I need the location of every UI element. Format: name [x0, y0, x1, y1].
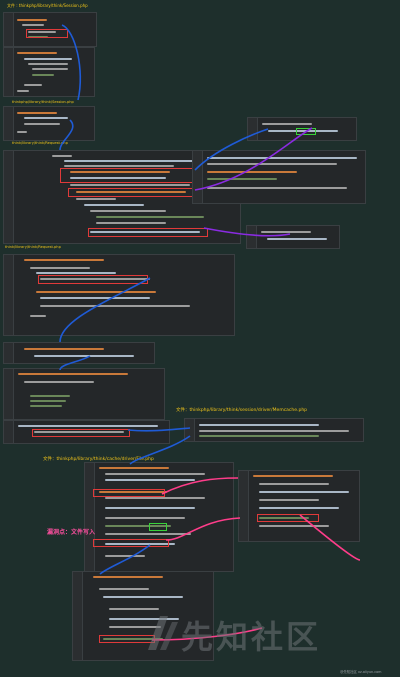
arrow-purple-1 [194, 127, 313, 191]
xianzhi-logo-icon [148, 616, 178, 650]
arrow-pink-3 [299, 514, 361, 561]
arrow-blue-6 [127, 427, 191, 432]
watermark-text: 先知社区 [181, 618, 322, 656]
connector-arrows [59, 24, 361, 641]
arrow-blue-1 [61, 24, 82, 101]
arrow-blue-7 [129, 435, 191, 465]
arrow-blue-5 [59, 355, 91, 371]
arrow-blue-4 [59, 277, 151, 343]
arrow-purple-2 [203, 227, 291, 237]
arrow-pink-1 [161, 477, 239, 495]
arrow-pink-2 [165, 517, 241, 541]
arrow-blue-8 [99, 544, 151, 575]
arrow-blue-2 [59, 119, 74, 151]
arrow-blue-3 [194, 128, 269, 171]
